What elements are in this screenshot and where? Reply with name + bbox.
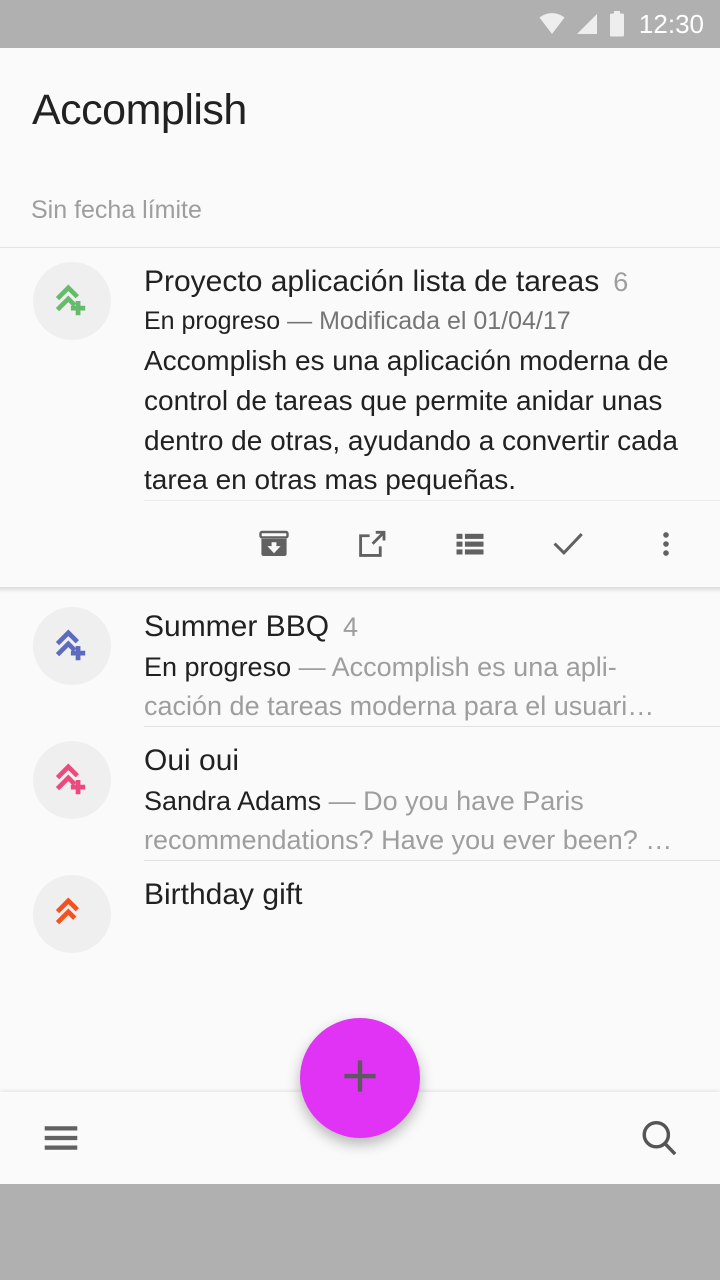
avatar-column (0, 248, 144, 500)
item-content: Summer BBQ 4 En progreso — Accomplish es… (144, 593, 720, 726)
item-content: Birthday gift (144, 861, 720, 953)
item-content: Oui oui Sandra Adams — Do you have Paris… (144, 727, 720, 860)
archive-icon[interactable] (250, 520, 298, 568)
double-chevron-up-plus-icon (50, 279, 94, 323)
item-meta-date: — Modificada el 01/04/17 (280, 306, 571, 335)
item-title-line: Oui oui (144, 741, 704, 781)
page-title: Accomplish (32, 86, 247, 134)
wifi-icon (539, 13, 565, 35)
avatar (33, 262, 111, 340)
item-content: Proyecto aplicación lista de tareas 6 En… (144, 248, 720, 500)
item-snippet: Sandra Adams — Do you have Paris recomme… (144, 782, 689, 860)
battery-icon (609, 11, 625, 37)
item-meta: En progreso — Modificada el 01/04/17 (144, 304, 704, 340)
avatar (33, 607, 111, 686)
list-item[interactable]: Summer BBQ 4 En progreso — Accomplish es… (0, 593, 720, 726)
item-title: Oui oui (144, 743, 240, 777)
item-snippet-sender: En progreso (144, 651, 292, 682)
avatar-column (0, 727, 144, 860)
task-list-scroll[interactable]: Proyecto aplicación lista de tareas 6 En… (0, 248, 720, 1092)
add-fab[interactable] (300, 1018, 420, 1138)
task-list: Proyecto aplicación lista de tareas 6 En… (0, 248, 720, 953)
avatar (33, 874, 111, 953)
status-bar: 12:30 (0, 0, 720, 48)
item-title: Proyecto aplicación lista de tareas (144, 265, 600, 298)
item-meta-status: En progreso (144, 306, 281, 335)
double-chevron-up-icon (50, 892, 94, 936)
double-chevron-up-plus-icon (50, 758, 94, 802)
system-nav-area (0, 1184, 720, 1280)
list-item[interactable]: Proyecto aplicación lista de tareas 6 En… (0, 248, 720, 501)
list-item[interactable]: Birthday gift (0, 860, 720, 953)
item-title-line: Proyecto aplicación lista de tareas 6 (144, 262, 704, 302)
item-title: Birthday gift (144, 877, 303, 911)
item-body: Accomplish es una aplicación moderna de … (144, 345, 678, 496)
item-snippet: En progreso — Accomplish es una apli-cac… (144, 648, 689, 726)
item-title: Summer BBQ (144, 610, 330, 644)
item-title-line: Summer BBQ 4 (144, 607, 704, 647)
plus-icon (335, 1051, 385, 1106)
card-actions-wrap (0, 500, 720, 587)
open-in-new-icon[interactable] (348, 520, 396, 568)
hamburger-menu-icon[interactable] (30, 1107, 92, 1169)
list-item[interactable]: Oui oui Sandra Adams — Do you have Paris… (0, 726, 720, 860)
card-action-bar (144, 501, 720, 587)
item-title-line: Birthday gift (144, 875, 704, 915)
section-label: Sin fecha límite (31, 196, 202, 224)
list-view-icon[interactable] (446, 520, 494, 568)
check-icon[interactable] (544, 520, 592, 568)
avatar (33, 740, 111, 819)
item-snippet-sender: Sandra Adams (144, 785, 322, 816)
status-bar-time: 12:30 (638, 9, 704, 39)
avatar-column (0, 593, 144, 726)
more-vert-icon[interactable] (642, 520, 690, 568)
avatar-column (0, 861, 144, 953)
item-count: 6 (613, 267, 629, 297)
app-screen: 12:30 Accomplish Sin fecha límite Proyec… (0, 0, 720, 1280)
item-count: 4 (343, 612, 359, 643)
search-icon[interactable] (628, 1107, 690, 1169)
cell-signal-icon (575, 13, 599, 35)
double-chevron-up-plus-icon (50, 624, 94, 668)
